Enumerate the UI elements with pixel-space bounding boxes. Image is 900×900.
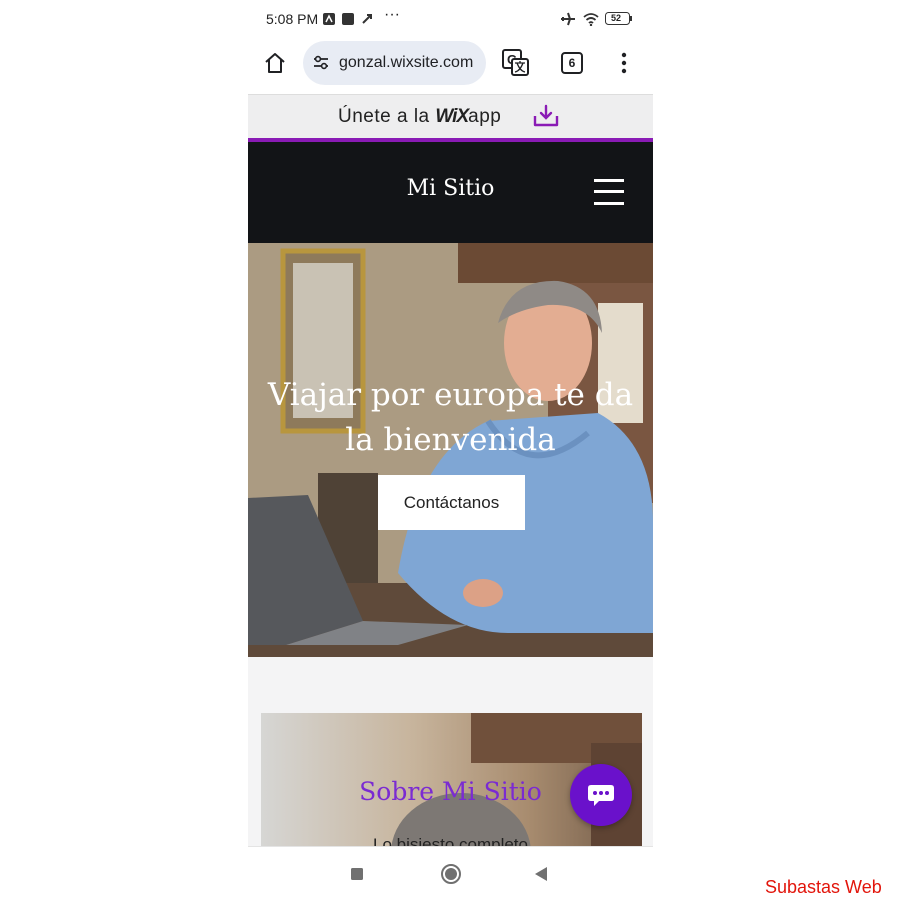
home-nav-icon[interactable] bbox=[440, 863, 462, 885]
wix-logo: WiX bbox=[435, 106, 469, 127]
chat-bubble-icon bbox=[588, 785, 614, 806]
contact-button[interactable]: Contáctanos bbox=[378, 475, 525, 530]
system-nav-bar bbox=[248, 846, 653, 900]
site-settings-icon[interactable] bbox=[312, 54, 330, 72]
home-icon[interactable] bbox=[263, 51, 287, 75]
wix-banner-prefix: Únete a la bbox=[338, 106, 430, 127]
battery-level: 52 bbox=[611, 13, 622, 23]
site-header: Mi Sitio bbox=[248, 142, 653, 243]
wix-banner-suffix: app bbox=[468, 106, 502, 127]
overflow-menu-icon[interactable] bbox=[620, 51, 628, 75]
recents-icon[interactable] bbox=[350, 867, 364, 881]
airplane-icon bbox=[561, 12, 575, 26]
watermark-text: Subastas Web bbox=[765, 877, 882, 897]
hamburger-menu-icon[interactable] bbox=[594, 178, 624, 206]
hero-section: Viajar por europa te da la bienvenida Co… bbox=[248, 243, 653, 657]
wix-app-banner[interactable]: Únete a la WiXapp bbox=[248, 94, 653, 139]
hero-title: Viajar por europa te da la bienvenida bbox=[267, 377, 634, 458]
site-title[interactable]: Mi Sitio bbox=[248, 176, 653, 201]
url-text: gonzal.wixsite.com bbox=[339, 54, 474, 71]
status-bar: 5:08 PM ··· 52 bbox=[248, 0, 653, 38]
status-time: 5:08 PM bbox=[266, 11, 319, 27]
wix-banner-text: Únete a la WiXapp bbox=[338, 106, 501, 128]
wifi-icon bbox=[583, 13, 599, 26]
chat-button[interactable] bbox=[570, 764, 632, 826]
tab-switcher-icon[interactable]: 6 bbox=[561, 52, 583, 74]
app-icon bbox=[342, 13, 354, 25]
more-dots-icon: ··· bbox=[384, 6, 400, 23]
phone-screen: 5:08 PM ··· 52 gonzal.wixsite.com G 6 bbox=[248, 0, 653, 900]
about-text: Lo bisiesto completo bbox=[373, 835, 528, 846]
translate-icon[interactable]: G bbox=[502, 49, 530, 77]
notification-icon bbox=[323, 13, 335, 25]
download-icon[interactable] bbox=[533, 104, 559, 128]
address-bar[interactable]: gonzal.wixsite.com bbox=[303, 41, 486, 85]
browser-toolbar: gonzal.wixsite.com G 6 bbox=[248, 38, 653, 94]
rocket-icon bbox=[362, 14, 372, 24]
back-icon[interactable] bbox=[534, 866, 548, 882]
